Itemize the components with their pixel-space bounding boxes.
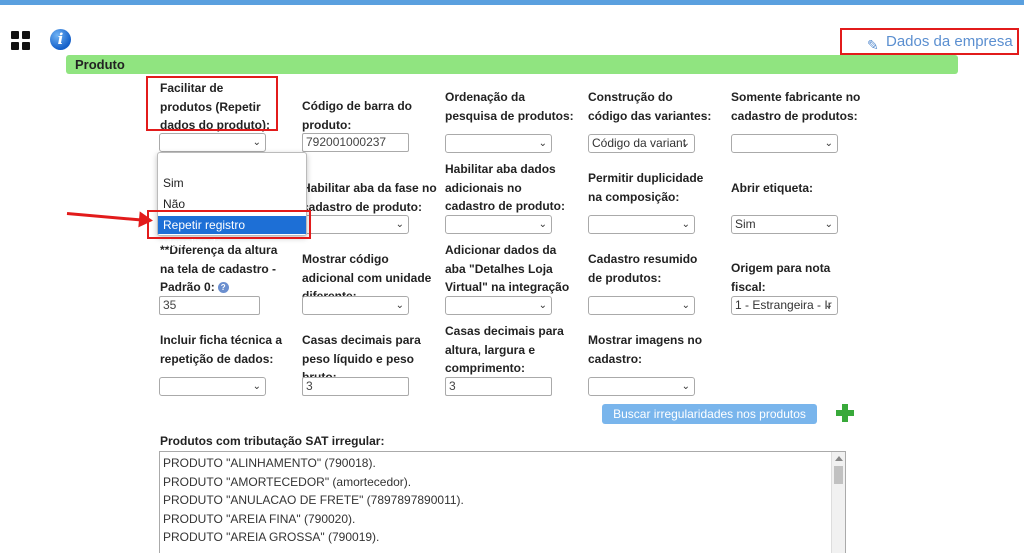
chevron-down-icon: ⌄ [681,300,690,311]
sat-line: PRODUTO "AREIA GROSSA" (790019). [163,530,380,544]
apps-grid-icon[interactable] [11,31,31,51]
section-title: Produto [66,55,958,74]
construcao-label: Construção do código das variantes: [588,90,712,123]
abrir-etiqueta-label: Abrir etiqueta: [731,181,814,195]
codigo-barra-input[interactable]: 792001000237 [302,133,409,152]
ordenacao-label: Ordenação da pesquisa de produtos: [445,90,574,123]
chevron-down-icon: ⌄ [681,219,690,230]
codigo-barra-label: Código de barra do produto: [302,99,413,132]
company-data-link[interactable]: ✎ Dados da empresa [840,28,1019,55]
highlight-box-repetir [147,210,311,239]
habilitar-fase-label: Habilitar aba da fase no cadastro de pro… [302,181,437,214]
casas-altura-label: Casas decimais para altura, largura e co… [445,324,564,375]
origem-nf-select[interactable]: 1 - Estrangeira - Ir ⌄ [731,296,838,315]
chevron-down-icon: ⌄ [824,219,833,230]
chevron-down-icon: ⌄ [395,219,404,230]
dropdown-option-sim[interactable]: Sim [158,174,306,192]
construcao-selected: Código da variant [592,136,687,150]
sat-line: PRODUTO "AREIA FINA" (790020). [163,512,356,526]
add-plus-icon[interactable] [836,404,854,422]
highlight-box-facilitar [146,76,278,131]
chevron-down-icon: ⌄ [824,138,833,149]
sat-line: PRODUTO "ALINHAMENTO" (790018). [163,456,376,470]
mostrar-imagens-label: Mostrar imagens no cadastro: [588,333,703,366]
casas-altura-input[interactable]: 3 [445,377,552,396]
habilitar-fase-select[interactable]: ⌄ [302,215,409,234]
construcao-select[interactable]: Código da variant ⌄ [588,134,695,153]
somente-fabricante-select[interactable]: ⌄ [731,134,838,153]
incluir-ficha-select[interactable]: ⌄ [159,377,266,396]
red-arrow [66,212,145,222]
ordenacao-select[interactable]: ⌄ [445,134,552,153]
edit-icon: ✎ [867,37,879,53]
facilitar-select[interactable]: ⌄ [159,133,266,152]
scroll-up-icon[interactable] [835,456,843,461]
permitir-duplicidade-select[interactable]: ⌄ [588,215,695,234]
scrollbar-thumb[interactable] [834,466,843,484]
adicionar-dados-select[interactable]: ⌄ [445,296,552,315]
chevron-down-icon: ⌄ [538,138,547,149]
mostrar-codigo-select[interactable]: ⌄ [302,296,409,315]
incluir-ficha-label: Incluir ficha técnica a repetição de dad… [160,333,283,366]
chevron-down-icon: ⌄ [252,381,261,392]
chevron-down-icon: ⌄ [395,300,404,311]
help-icon[interactable]: ? [217,282,229,294]
chevron-down-icon: ⌄ [538,219,547,230]
sat-line: PRODUTO "ANULACAO DE FRETE" (78978978900… [163,493,464,507]
chevron-down-icon: ⌄ [824,300,833,311]
mostrar-imagens-select[interactable]: ⌄ [588,377,695,396]
textarea-scrollbar[interactable] [831,452,845,553]
cadastro-resumido-select[interactable]: ⌄ [588,296,695,315]
company-data-label: Dados da empresa [886,33,1013,50]
chevron-down-icon: ⌄ [538,300,547,311]
info-icon[interactable]: i [50,29,71,50]
casas-peso-input[interactable]: 3 [302,377,409,396]
chevron-down-icon: ⌄ [681,138,690,149]
buscar-sat-button[interactable]: Buscar irregularidades nos produtos SAT [602,404,817,441]
habilitar-dados-select[interactable]: ⌄ [445,215,552,234]
cadastro-resumido-label: Cadastro resumido de produtos: [588,252,698,285]
diferenca-altura-input[interactable]: 35 [159,296,260,315]
permitir-duplicidade-label: Permitir duplicidade na composição: [588,171,704,204]
abrir-etiqueta-select[interactable]: Sim ⌄ [731,215,838,234]
chevron-down-icon: ⌄ [252,137,261,148]
abrir-etiqueta-selected: Sim [735,217,756,231]
red-arrow-head [138,211,154,229]
top-accent-bar [0,0,1024,5]
sat-products-textarea[interactable]: PRODUTO "ALINHAMENTO" (790018). PRODUTO … [159,451,846,553]
habilitar-dados-label: Habilitar aba dados adicionais no cadast… [445,162,566,213]
sat-list-label: Produtos com tributação SAT irregular: [160,434,385,448]
chevron-down-icon: ⌄ [681,381,690,392]
origem-nf-selected: 1 - Estrangeira - Ir [735,298,832,312]
somente-fabricante-label: Somente fabricante no cadastro de produt… [731,90,861,123]
sat-line: PRODUTO "AMORTECEDOR" (amortecedor). [163,475,412,489]
origem-nf-label: Origem para nota fiscal: [731,261,831,294]
